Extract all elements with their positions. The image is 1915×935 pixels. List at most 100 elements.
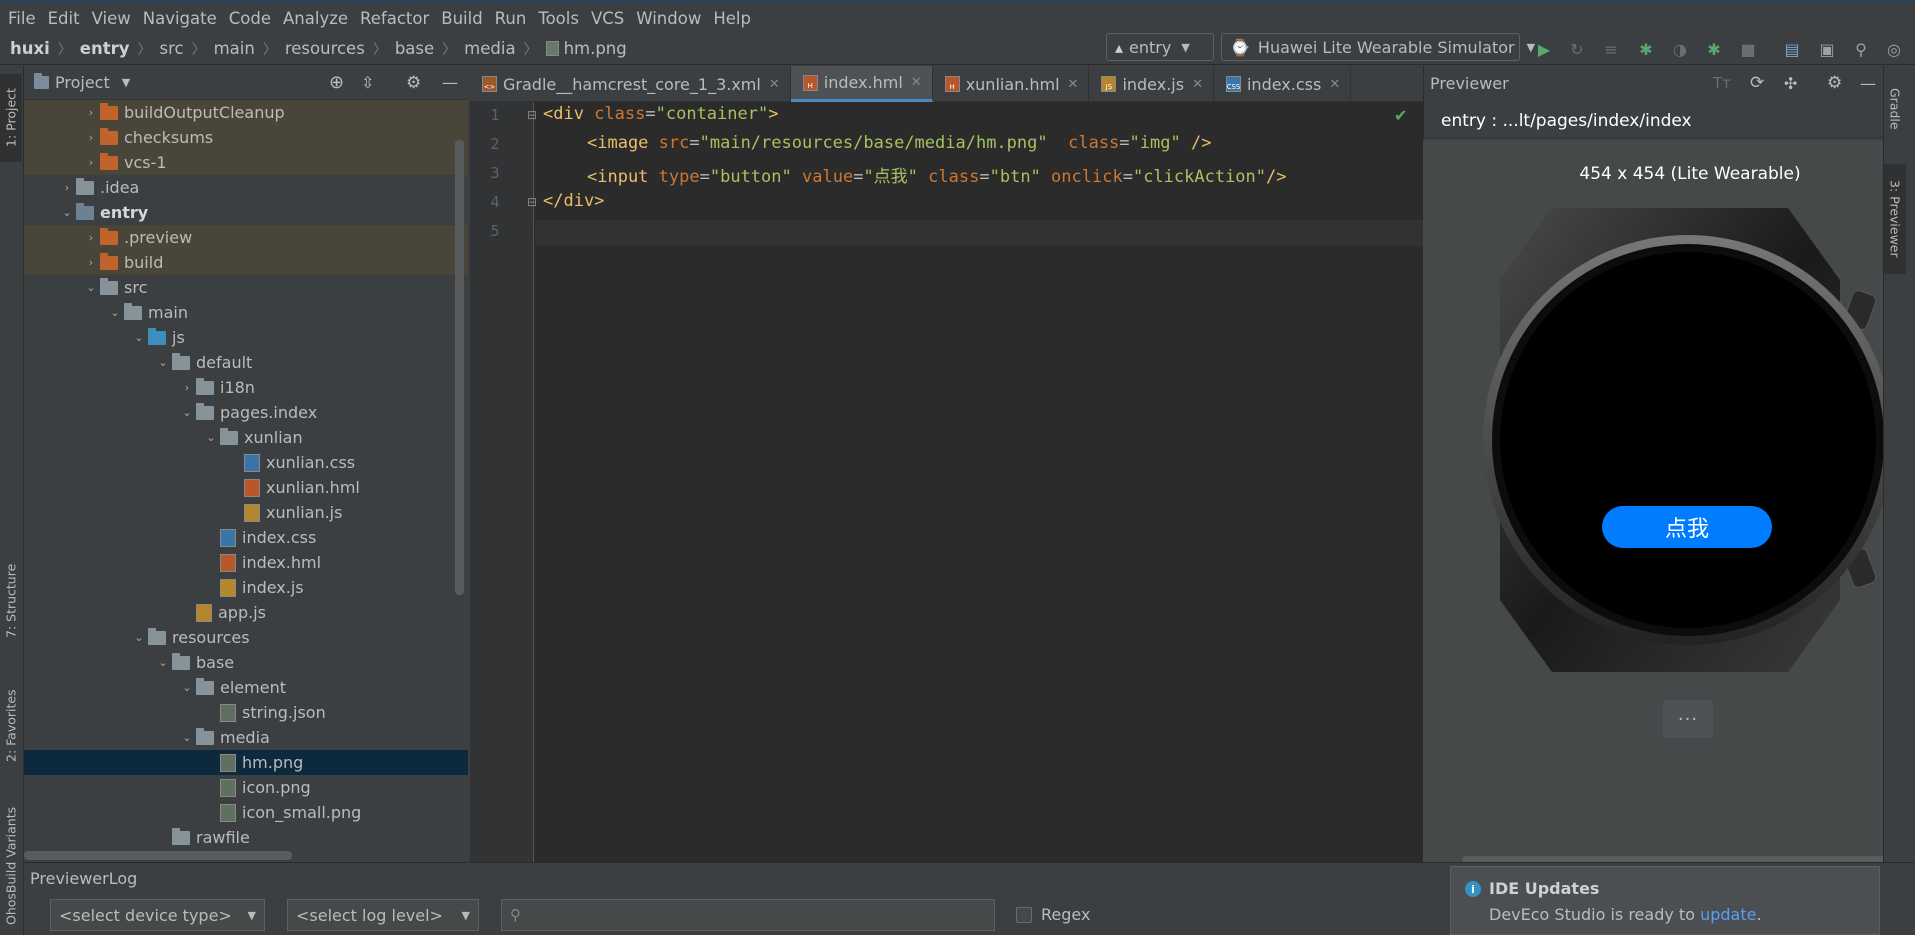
project-tree-item[interactable]: icon.png — [24, 775, 468, 800]
project-tree-item[interactable]: ⌄ js — [24, 325, 468, 350]
gear-icon[interactable]: ⚙ — [1827, 73, 1842, 93]
project-tree-item[interactable]: ⌄ xunlian — [24, 425, 468, 450]
project-hscrollbar[interactable] — [24, 851, 292, 860]
breadcrumb-item[interactable]: entry — [80, 39, 130, 58]
text-icon[interactable]: Tт — [1713, 74, 1731, 92]
chevron-down-icon[interactable]: ⌄ — [82, 281, 100, 294]
project-tree-item[interactable]: ⌄ resources — [24, 625, 468, 650]
close-icon[interactable]: ✕ — [769, 77, 780, 92]
project-tree-item[interactable]: › checksums — [24, 125, 468, 150]
update-link[interactable]: update — [1700, 905, 1756, 924]
rerun-icon[interactable]: ↻ — [1566, 38, 1588, 60]
menu-analyze[interactable]: Analyze — [277, 9, 354, 28]
close-icon[interactable]: ✕ — [1192, 77, 1203, 92]
project-tree-item[interactable]: ⌄ pages.index — [24, 400, 468, 425]
project-title[interactable]: Project — [55, 73, 110, 92]
breadcrumb-item[interactable]: media — [464, 39, 515, 58]
device-select[interactable]: ⌚ Huawei Lite Wearable Simulator ▼ — [1221, 33, 1535, 61]
tab-index-js[interactable]: JS index.js ✕ — [1089, 66, 1214, 102]
menu-build[interactable]: Build — [435, 9, 488, 28]
project-tree-item[interactable]: xunlian.js — [24, 500, 468, 525]
breadcrumb-item[interactable]: huxi — [10, 39, 50, 58]
search-icon[interactable]: ⚲ — [1850, 38, 1872, 60]
project-tree-item[interactable]: › i18n — [24, 375, 468, 400]
chevron-right-icon[interactable]: › — [58, 181, 76, 194]
chevron-right-icon[interactable]: › — [82, 231, 100, 244]
menu-refactor[interactable]: Refactor — [354, 9, 435, 28]
tab-gradle-xml[interactable]: <> Gradle__hamcrest_core_1_3.xml ✕ — [470, 66, 791, 102]
log-level-select[interactable]: <select log level> ▼ — [287, 899, 479, 931]
chevron-down-icon[interactable]: ⌄ — [154, 656, 172, 669]
tab-index-css[interactable]: CSS index.css ✕ — [1214, 66, 1352, 102]
tab-xunlian-hml[interactable]: Hxunlian.hml ✕ — [933, 66, 1090, 102]
project-tree-item[interactable]: › .preview — [24, 225, 468, 250]
project-tree-item[interactable]: › vcs-1 — [24, 150, 468, 175]
debug-icon[interactable]: ✱ — [1635, 38, 1657, 60]
project-tree-item[interactable]: ⌄ default — [24, 350, 468, 375]
tool-tab-previewer[interactable]: 3: Previewer — [1884, 164, 1906, 274]
pin-icon[interactable]: ✣ — [1784, 74, 1797, 93]
locate-icon[interactable]: ⊕ — [329, 72, 344, 93]
chevron-down-icon[interactable]: ▼ — [122, 76, 130, 89]
chevron-down-icon[interactable]: ⌄ — [178, 406, 196, 419]
project-tree-item[interactable]: ⌄ entry — [24, 200, 468, 225]
project-tree-item[interactable]: ⌄ main — [24, 300, 468, 325]
project-tree-item[interactable]: index.js — [24, 575, 468, 600]
chevron-down-icon[interactable]: ⌄ — [202, 431, 220, 444]
fold-icon[interactable]: ⊟ — [527, 108, 537, 122]
tool-tab-build-variants[interactable]: OhosBuild Variants — [0, 801, 22, 931]
tab-index-hml[interactable]: Hindex.hml ✕ — [790, 66, 933, 102]
chevron-down-icon[interactable]: ⌄ — [130, 331, 148, 344]
gear-icon[interactable]: ⚙ — [406, 73, 421, 93]
project-tree-item[interactable]: › .idea — [24, 175, 468, 200]
breadcrumb-item[interactable]: main — [214, 39, 255, 58]
project-tree-item[interactable]: icon_small.png — [24, 800, 468, 825]
account-icon[interactable]: ◎ — [1883, 38, 1905, 60]
chevron-right-icon[interactable]: › — [178, 381, 196, 394]
sdk-manager-icon[interactable]: ▣ — [1816, 38, 1838, 60]
close-icon[interactable]: ✕ — [1068, 77, 1079, 92]
stop-icon[interactable]: ■ — [1737, 38, 1759, 60]
menu-help[interactable]: Help — [707, 9, 757, 28]
chevron-down-icon[interactable]: ⌄ — [178, 681, 196, 694]
menu-edit[interactable]: Edit — [42, 9, 86, 28]
chevron-down-icon[interactable]: ⌄ — [130, 631, 148, 644]
project-scrollbar[interactable] — [455, 140, 464, 595]
log-search-input[interactable]: ⚲ — [501, 899, 995, 931]
menu-navigate[interactable]: Navigate — [137, 9, 223, 28]
tool-tab-structure[interactable]: 7: Structure — [0, 556, 22, 646]
minimize-icon[interactable]: — — [1860, 74, 1876, 93]
close-icon[interactable]: ✕ — [911, 75, 922, 90]
project-tree-item[interactable]: ⌄ media — [24, 725, 468, 750]
breadcrumb-item[interactable]: src — [160, 39, 184, 58]
fold-icon[interactable]: ⊟ — [527, 195, 537, 209]
attach-debugger-icon[interactable]: ✱ — [1703, 38, 1725, 60]
chevron-right-icon[interactable]: › — [82, 256, 100, 269]
run-config-select[interactable]: ▴ entry ▼ — [1106, 33, 1214, 61]
project-tree-item[interactable]: ⌄ element — [24, 675, 468, 700]
project-tree-item[interactable]: xunlian.css — [24, 450, 468, 475]
run-icon[interactable]: ▶ — [1533, 38, 1555, 60]
menu-tools[interactable]: Tools — [532, 9, 585, 28]
tool-tab-gradle[interactable]: Gradle — [1884, 74, 1906, 144]
breadcrumb-item[interactable]: base — [395, 39, 434, 58]
project-tree-item[interactable]: ⌄ src — [24, 275, 468, 300]
breadcrumb-item[interactable]: resources — [285, 39, 365, 58]
coverage-icon[interactable]: ≡ — [1600, 38, 1622, 60]
chevron-right-icon[interactable]: › — [82, 106, 100, 119]
chevron-down-icon[interactable]: ⌄ — [58, 206, 76, 219]
menu-code[interactable]: Code — [223, 9, 277, 28]
project-tree-item[interactable]: ⌄ base — [24, 650, 468, 675]
project-tree-item[interactable]: › build — [24, 250, 468, 275]
menu-run[interactable]: Run — [489, 9, 533, 28]
project-tree-item[interactable]: index.hml — [24, 550, 468, 575]
tool-tab-favorites[interactable]: 2: Favorites — [0, 676, 22, 776]
regex-checkbox[interactable] — [1016, 907, 1032, 923]
project-tree-item[interactable]: xunlian.hml — [24, 475, 468, 500]
project-tree-item[interactable]: app.js — [24, 600, 468, 625]
tool-tab-project[interactable]: 1: Project — [0, 74, 22, 162]
menu-window[interactable]: Window — [630, 9, 707, 28]
project-tree-item[interactable]: rawfile — [24, 825, 468, 850]
more-options-button[interactable]: ··· — [1663, 700, 1713, 738]
project-tree-item[interactable]: › buildOutputCleanup — [24, 100, 468, 125]
